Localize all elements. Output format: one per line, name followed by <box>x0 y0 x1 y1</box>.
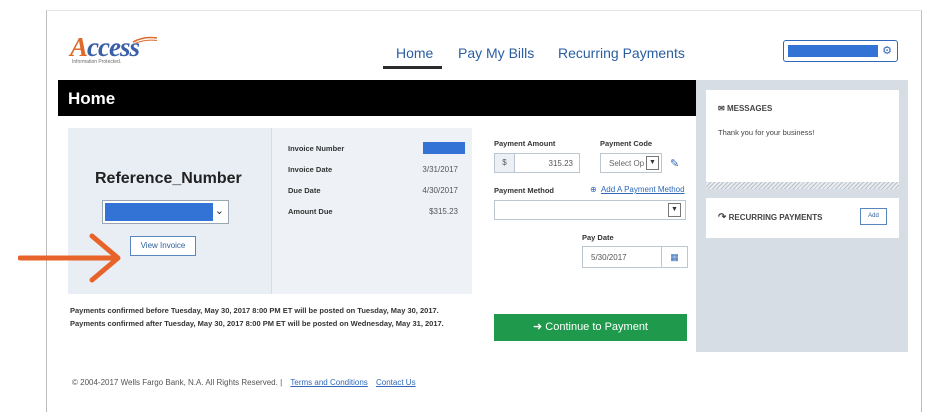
terms-link[interactable]: Terms and Conditions <box>290 378 367 387</box>
payment-amount-label: Payment Amount <box>494 139 556 148</box>
recurring-title: RECURRING PAYMENTS <box>728 213 823 222</box>
arrow-pointer-icon <box>18 233 121 283</box>
user-menu[interactable]: ⚙ <box>783 40 898 62</box>
payment-amount-field[interactable]: $ 315.23 <box>494 153 580 173</box>
posting-notice-before: Payments confirmed before Tuesday, May 3… <box>70 306 439 315</box>
logo-wordmark: Access <box>70 32 140 62</box>
payment-method-label: Payment Method <box>494 186 555 195</box>
messages-title: MESSAGES <box>726 104 773 113</box>
nav-home[interactable]: Home <box>396 45 433 61</box>
payment-code-select[interactable]: Select Op ▼ <box>600 153 662 173</box>
add-payment-method-label: Add A Payment Method <box>600 185 685 194</box>
messages-body: Thank you for your business! <box>718 128 815 137</box>
pay-date-label: Pay Date <box>582 233 614 242</box>
access-logo[interactable]: Access Information Protected. <box>70 34 160 66</box>
edit-icon[interactable]: ✎ <box>670 157 679 170</box>
pay-date-value: 5/30/2017 <box>591 253 627 262</box>
add-payment-method-link[interactable]: ⊕ Add A Payment Method <box>590 185 685 194</box>
view-invoice-button[interactable]: View Invoice <box>130 236 196 256</box>
recurring-heading: ↷ RECURRING PAYMENTS <box>718 212 822 223</box>
payment-method-select[interactable]: ▼ <box>494 200 686 220</box>
recurring-icon: ↷ <box>718 212 727 223</box>
chevron-down-icon: ▼ <box>668 203 681 217</box>
payment-code-placeholder: Select Op <box>609 159 645 168</box>
copyright-text: © 2004-2017 Wells Fargo Bank, N.A. All R… <box>72 378 283 387</box>
continue-label: Continue to Payment <box>545 321 648 333</box>
redacted-invoice-number <box>423 142 465 154</box>
page-title: Home <box>68 89 116 108</box>
logo-swoosh-icon <box>132 36 158 44</box>
divider <box>706 182 899 189</box>
invoice-date-value: 3/31/2017 <box>422 165 458 174</box>
calendar-icon[interactable]: ▦ <box>661 247 687 267</box>
footer: © 2004-2017 Wells Fargo Bank, N.A. All R… <box>72 378 416 387</box>
pay-date-field[interactable]: 5/30/2017 ▦ <box>582 246 688 268</box>
due-date-value: 4/30/2017 <box>422 186 458 195</box>
due-date-label: Due Date <box>288 186 321 195</box>
nav-pay-my-bills[interactable]: Pay My Bills <box>458 45 534 61</box>
payment-code-label: Payment Code <box>600 139 653 148</box>
logo-tagline: Information Protected. <box>72 59 122 65</box>
chevron-down-icon: ⌄ <box>214 205 224 217</box>
arrow-circle-right-icon: ➜ <box>532 321 543 333</box>
envelope-icon: ✉ <box>718 104 725 113</box>
contact-link[interactable]: Contact Us <box>376 378 416 387</box>
nav-recurring-payments[interactable]: Recurring Payments <box>558 45 685 61</box>
continue-to-payment-button[interactable]: ➜ Continue to Payment <box>494 314 687 341</box>
amount-due-label: Amount Due <box>288 207 333 216</box>
gear-icon[interactable]: ⚙ <box>882 44 892 57</box>
redacted-reference <box>105 203 213 221</box>
currency-symbol: $ <box>495 154 515 172</box>
plus-circle-icon: ⊕ <box>590 185 597 194</box>
invoice-date-label: Invoice Date <box>288 165 333 174</box>
chevron-down-icon: ▼ <box>646 156 659 170</box>
messages-heading: ✉ MESSAGES <box>718 104 772 113</box>
redacted-username <box>788 45 878 57</box>
nav-active-indicator <box>383 66 442 69</box>
reference-select[interactable]: ⌄ <box>102 200 229 224</box>
amount-due-value: $315.23 <box>429 207 458 216</box>
invoice-number-label: Invoice Number <box>288 144 345 153</box>
reference-title: Reference_Number <box>95 170 242 187</box>
posting-notice-after: Payments confirmed after Tuesday, May 30… <box>70 319 444 328</box>
payment-amount-value: 315.23 <box>548 159 573 168</box>
add-recurring-button[interactable]: Add <box>860 208 887 225</box>
